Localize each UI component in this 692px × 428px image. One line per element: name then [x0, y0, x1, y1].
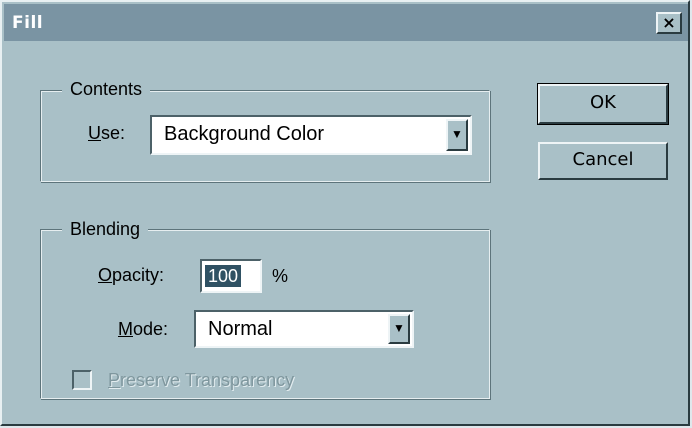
- use-select-value: Background Color: [164, 123, 325, 145]
- use-label-text: se:: [101, 123, 126, 143]
- mode-label: Mode:: [118, 318, 168, 340]
- opacity-label-text: pacity:: [112, 265, 165, 285]
- close-icon: ×: [662, 13, 676, 32]
- chevron-down-icon: ▼: [393, 321, 405, 335]
- use-dropdown-button[interactable]: ▼: [446, 119, 468, 151]
- opacity-unit: %: [272, 266, 289, 286]
- preserve-transparency-label: Preserve Transparency: [108, 369, 294, 391]
- use-select[interactable]: Background Color ▼: [150, 115, 472, 155]
- opacity-label: Opacity:: [98, 264, 164, 286]
- preserve-label-text: reserve Transparency: [120, 370, 295, 390]
- mode-label-mnemonic: M: [118, 319, 133, 339]
- ok-button[interactable]: OK: [537, 83, 669, 125]
- mode-select-value: Normal: [208, 318, 273, 340]
- close-button[interactable]: ×: [656, 12, 682, 34]
- preserve-transparency-checkbox[interactable]: [72, 370, 92, 390]
- chevron-down-icon: ▼: [451, 127, 463, 141]
- mode-dropdown-button[interactable]: ▼: [388, 314, 410, 344]
- opacity-input[interactable]: 100: [200, 259, 262, 293]
- opacity-label-mnemonic: O: [98, 265, 113, 285]
- preserve-label-mnemonic: P: [108, 370, 121, 390]
- cancel-button[interactable]: Cancel: [538, 142, 668, 180]
- opacity-value: 100: [205, 265, 242, 287]
- use-label-mnemonic: U: [88, 123, 101, 143]
- mode-label-text: ode:: [133, 319, 169, 339]
- blending-group-label: Blending: [62, 219, 149, 239]
- dialog-title: Fill: [12, 13, 44, 33]
- mode-select[interactable]: Normal ▼: [194, 310, 414, 348]
- fill-dialog: Fill × Contents Use: Background Color ▼ …: [0, 0, 690, 426]
- use-label: Use:: [88, 122, 125, 144]
- title-bar[interactable]: Fill ×: [4, 4, 688, 41]
- contents-group-label: Contents: [62, 79, 151, 99]
